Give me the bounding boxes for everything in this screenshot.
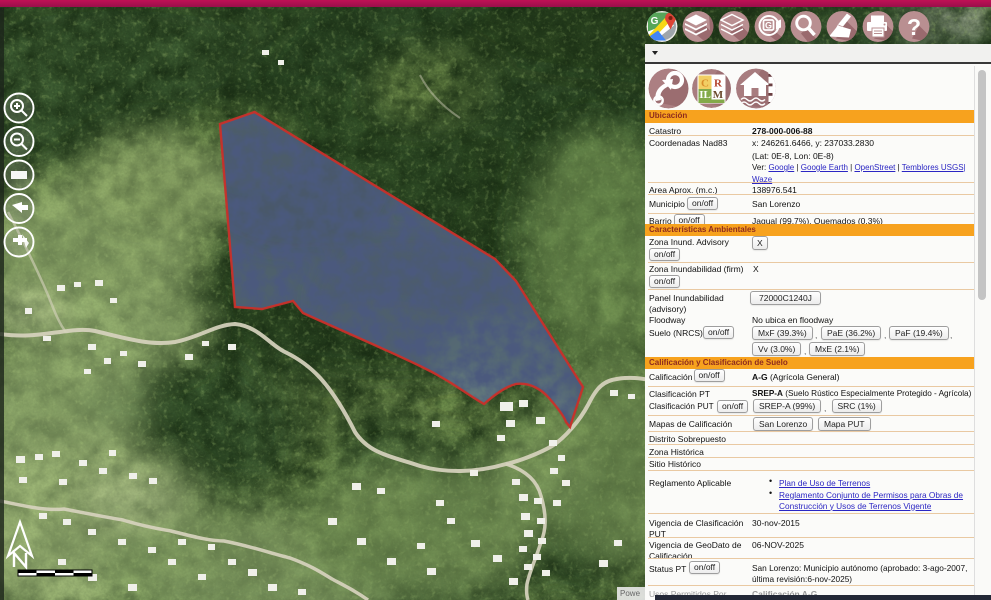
svg-text:IL: IL bbox=[699, 89, 711, 101]
svg-text:C: C bbox=[701, 78, 709, 90]
svg-text:G: G bbox=[765, 21, 772, 31]
svg-text:G: G bbox=[651, 16, 659, 27]
svg-text:R: R bbox=[714, 78, 723, 90]
svg-text:?: ? bbox=[907, 14, 921, 40]
svg-text:Powe: Powe bbox=[620, 589, 641, 598]
svg-text:M: M bbox=[713, 89, 724, 101]
